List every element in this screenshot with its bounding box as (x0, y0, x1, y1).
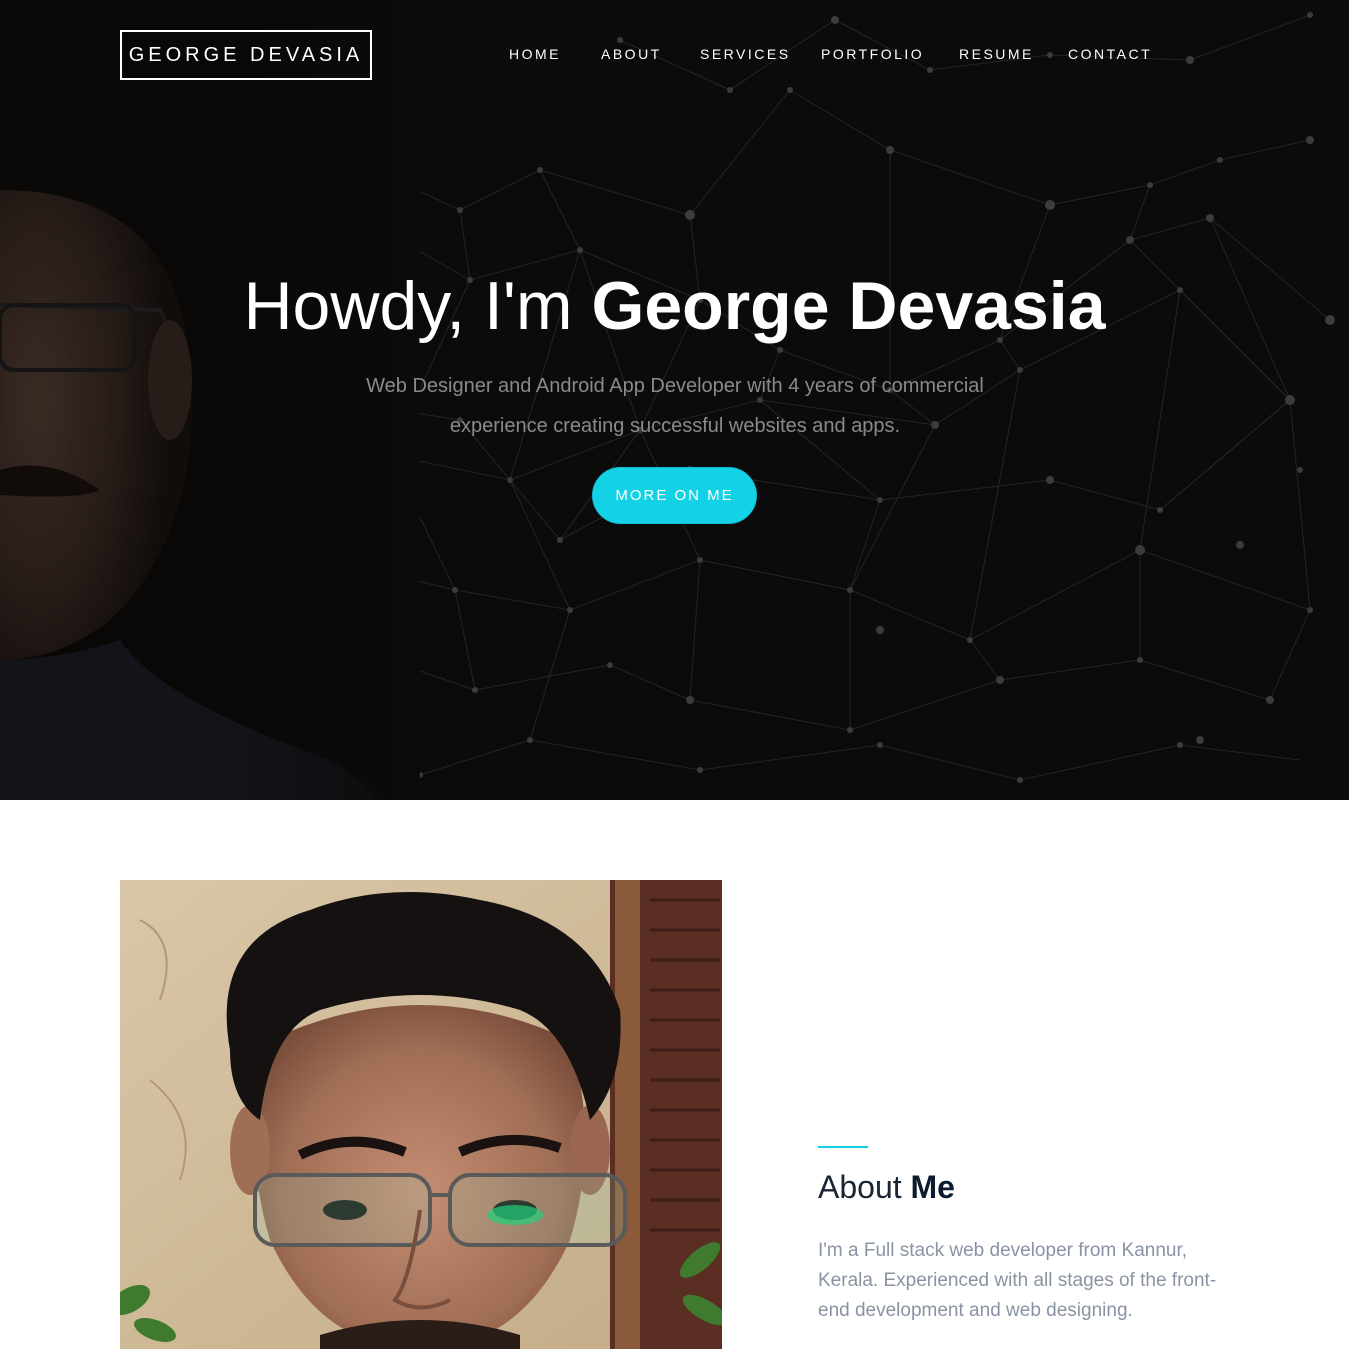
site-logo[interactable]: GEORGE DEVASIA (120, 30, 372, 80)
about-heading-bold: Me (910, 1169, 955, 1205)
nav-contact[interactable]: CONTACT (1068, 46, 1152, 62)
about-heading-light: About (818, 1169, 902, 1205)
hero-greeting: Howdy, I'm (243, 268, 573, 344)
hero-heading: Howdy, I'm George Devasia (0, 266, 1349, 346)
about-paragraph: I'm a Full stack web developer from Kann… (818, 1240, 1217, 1321)
more-on-me-button[interactable]: MORE ON ME (592, 467, 757, 524)
hero-subtitle: Web Designer and Android App Developer w… (366, 375, 984, 437)
nav-portfolio[interactable]: PORTFOLIO (821, 46, 924, 62)
about-accent-line (818, 1146, 868, 1148)
about-paragraph-cutoff (818, 1340, 1218, 1349)
hero-name: George Devasia (591, 268, 1106, 344)
nav-services[interactable]: SERVICES (700, 46, 791, 62)
hero-section: GEORGE DEVASIA HOME ABOUT SERVICES PORTF… (0, 0, 1349, 800)
about-photo (120, 880, 722, 1349)
nav-resume[interactable]: RESUME (959, 46, 1034, 62)
nav-about[interactable]: ABOUT (601, 46, 662, 62)
about-portrait-image (120, 880, 722, 1349)
hero-portrait (0, 0, 420, 800)
about-heading: About Me (818, 1167, 955, 1207)
nav-home[interactable]: HOME (509, 46, 561, 62)
